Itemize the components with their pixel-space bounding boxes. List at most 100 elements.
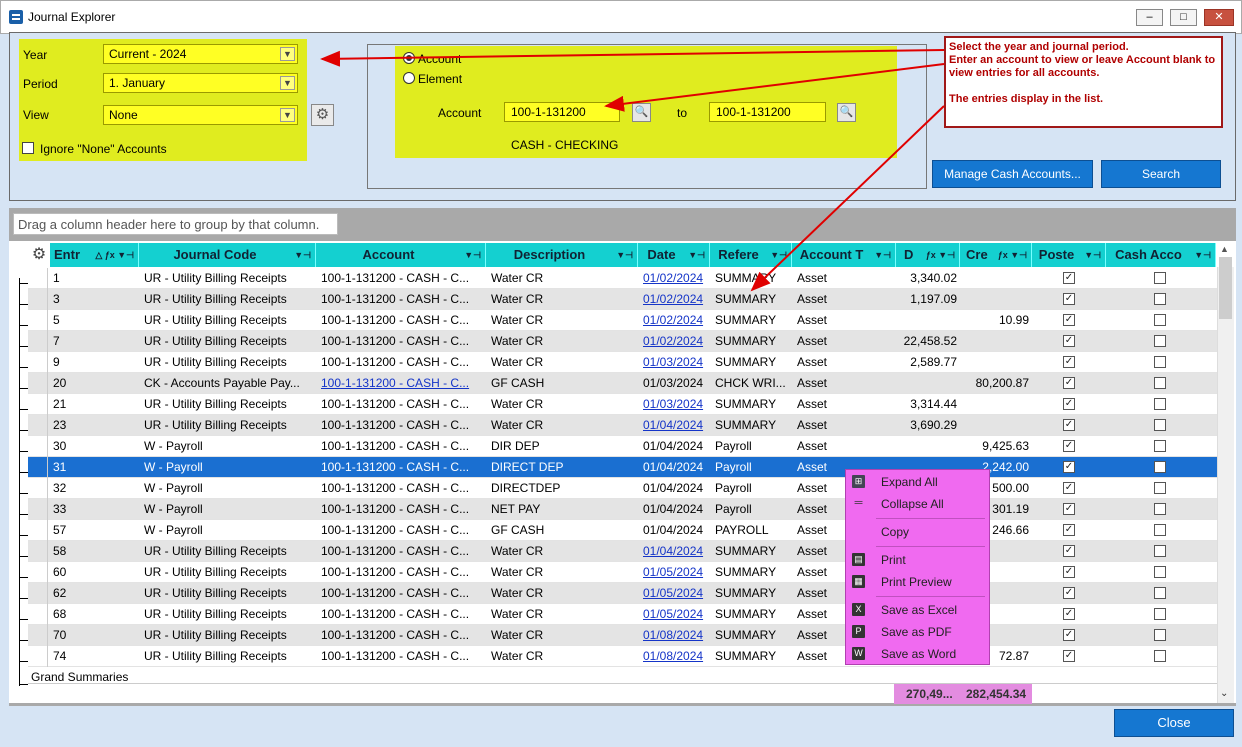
grid-settings-gear-icon[interactable]: ⚙ [28, 243, 50, 267]
column-header-journal-code[interactable]: Journal Code ▼⊣ [139, 243, 316, 267]
table-row[interactable]: 7 UR - Utility Billing Receipts 100-1-1312… [28, 331, 1217, 352]
posted-checkbox[interactable]: ✓ [1063, 293, 1075, 305]
table-row[interactable]: 70 UR - Utility Billing Receipts 100-1-131… [28, 625, 1217, 646]
column-header-account[interactable]: Account ▼⊣ [316, 243, 486, 267]
posted-checkbox[interactable]: ✓ [1063, 566, 1075, 578]
column-header-reference[interactable]: Refere ▼⊣ [710, 243, 792, 267]
cash-account-checkbox[interactable] [1154, 314, 1166, 326]
filter-pin-icon[interactable]: ▼⊣ [294, 243, 311, 267]
menu-print[interactable]: Print [881, 553, 906, 567]
search-button[interactable]: Search [1101, 160, 1221, 188]
sort-filter-pin-icon[interactable]: △ ƒx ▼⊣ [95, 243, 134, 267]
table-row[interactable]: 31 W - Payroll 100-1-131200 - CASH - C... D… [28, 457, 1217, 478]
filter-pin-icon[interactable]: ▼⊣ [616, 243, 633, 267]
row-header[interactable] [28, 415, 48, 436]
posted-checkbox[interactable]: ✓ [1063, 524, 1075, 536]
posted-checkbox[interactable]: ✓ [1063, 419, 1075, 431]
column-header-description[interactable]: Description ▼⊣ [486, 243, 638, 267]
row-header[interactable] [28, 310, 48, 331]
posted-checkbox[interactable]: ✓ [1063, 629, 1075, 641]
manage-cash-accounts-button[interactable]: Manage Cash Accounts... [932, 160, 1093, 188]
row-header[interactable] [28, 436, 48, 457]
column-header-date[interactable]: Date ▼⊣ [638, 243, 710, 267]
table-row[interactable]: 1 UR - Utility Billing Receipts 100-1-1312… [28, 268, 1217, 289]
posted-checkbox[interactable]: ✓ [1063, 398, 1075, 410]
column-header-credit[interactable]: Cre ƒx ▼⊣ [960, 243, 1032, 267]
posted-checkbox[interactable]: ✓ [1063, 377, 1075, 389]
ignore-none-checkbox[interactable] [22, 142, 34, 154]
row-header[interactable] [28, 457, 48, 478]
row-header[interactable] [28, 583, 48, 604]
cash-account-checkbox[interactable] [1154, 356, 1166, 368]
cell-date[interactable]: 01/02/2024 [643, 313, 707, 327]
view-settings-gear-icon[interactable]: ⚙ [311, 104, 334, 126]
posted-checkbox[interactable]: ✓ [1063, 440, 1075, 452]
cash-account-checkbox[interactable] [1154, 461, 1166, 473]
posted-checkbox[interactable]: ✓ [1063, 272, 1075, 284]
formula-filter-pin-icon[interactable]: ƒx ▼⊣ [926, 243, 955, 267]
row-header[interactable] [28, 352, 48, 373]
table-row[interactable]: 3 UR - Utility Billing Receipts 100-1-1312… [28, 289, 1217, 310]
element-radio[interactable] [403, 72, 415, 84]
row-header[interactable] [28, 331, 48, 352]
filter-pin-icon[interactable]: ▼⊣ [1084, 243, 1101, 267]
posted-checkbox[interactable]: ✓ [1063, 545, 1075, 557]
minimize-button[interactable]: – [1136, 9, 1163, 26]
table-row[interactable]: 33 W - Payroll 100-1-131200 - CASH - C... N… [28, 499, 1217, 520]
cell-date[interactable]: 01/04/2024 [643, 418, 707, 432]
column-header-entry[interactable]: Entr △ ƒx ▼⊣ [50, 243, 139, 267]
column-header-cash-account[interactable]: Cash Acco ▼⊣ [1106, 243, 1216, 267]
row-header[interactable] [28, 562, 48, 583]
account-radio[interactable] [403, 52, 415, 64]
vertical-scrollbar[interactable] [1217, 267, 1234, 703]
posted-checkbox[interactable]: ✓ [1063, 608, 1075, 620]
scroll-down-icon[interactable]: ⌄ [1220, 688, 1228, 699]
filter-pin-icon[interactable]: ▼⊣ [770, 243, 787, 267]
table-row[interactable]: 20 CK - Accounts Payable Pay... 100-1-1312… [28, 373, 1217, 394]
cell-date[interactable]: 01/02/2024 [643, 271, 707, 285]
row-header[interactable] [28, 478, 48, 499]
view-select[interactable]: None ▼ [103, 105, 298, 125]
column-header-account-type[interactable]: Account T ▼⊣ [792, 243, 896, 267]
filter-pin-icon[interactable]: ▼⊣ [464, 243, 481, 267]
cell-date[interactable]: 01/04/2024 [643, 544, 707, 558]
cash-account-checkbox[interactable] [1154, 377, 1166, 389]
row-header[interactable] [28, 604, 48, 625]
cash-account-checkbox[interactable] [1154, 440, 1166, 452]
chevron-down-icon[interactable]: ▼ [280, 108, 295, 122]
menu-copy[interactable]: Copy [881, 525, 909, 539]
cash-account-checkbox[interactable] [1154, 398, 1166, 410]
cash-account-checkbox[interactable] [1154, 503, 1166, 515]
posted-checkbox[interactable]: ✓ [1063, 503, 1075, 515]
row-header[interactable] [28, 289, 48, 310]
table-row[interactable]: 9 UR - Utility Billing Receipts 100-1-1312… [28, 352, 1217, 373]
account-from-search-icon[interactable]: 🔍 [632, 103, 651, 122]
account-to-input[interactable]: 100-1-131200 [709, 102, 826, 122]
cell-date[interactable]: 01/03/2024 [643, 397, 707, 411]
cash-account-checkbox[interactable] [1154, 566, 1166, 578]
filter-pin-icon[interactable]: ▼⊣ [874, 243, 891, 267]
cell-date[interactable]: 01/08/2024 [643, 649, 707, 663]
row-header[interactable] [28, 625, 48, 646]
close-button[interactable]: Close [1114, 709, 1234, 737]
menu-collapse-all[interactable]: Collapse All [881, 497, 944, 511]
cell-date[interactable]: 01/02/2024 [643, 292, 707, 306]
chevron-down-icon[interactable]: ▼ [280, 76, 295, 90]
cash-account-checkbox[interactable] [1154, 272, 1166, 284]
table-row[interactable]: 5 UR - Utility Billing Receipts 100-1-1312… [28, 310, 1217, 331]
posted-checkbox[interactable]: ✓ [1063, 461, 1075, 473]
table-row[interactable]: 21 UR - Utility Billing Receipts 100-1-131… [28, 394, 1217, 415]
maximize-button[interactable]: □ [1170, 9, 1197, 26]
posted-checkbox[interactable]: ✓ [1063, 587, 1075, 599]
cell-date[interactable]: 01/05/2024 [643, 607, 707, 621]
formula-filter-pin-icon[interactable]: ƒx ▼⊣ [998, 243, 1027, 267]
cash-account-checkbox[interactable] [1154, 524, 1166, 536]
menu-expand-all[interactable]: Expand All [881, 475, 938, 489]
menu-save-excel[interactable]: Save as Excel [881, 603, 957, 617]
menu-print-preview[interactable]: Print Preview [881, 575, 952, 589]
table-row[interactable]: 30 W - Payroll 100-1-131200 - CASH - C... D… [28, 436, 1217, 457]
filter-pin-icon[interactable]: ▼⊣ [1194, 243, 1211, 267]
scroll-thumb[interactable] [1219, 257, 1232, 319]
table-row[interactable]: 74 UR - Utility Billing Receipts 100-1-131… [28, 646, 1217, 667]
table-row[interactable]: 62 UR - Utility Billing Receipts 100-1-131… [28, 583, 1217, 604]
